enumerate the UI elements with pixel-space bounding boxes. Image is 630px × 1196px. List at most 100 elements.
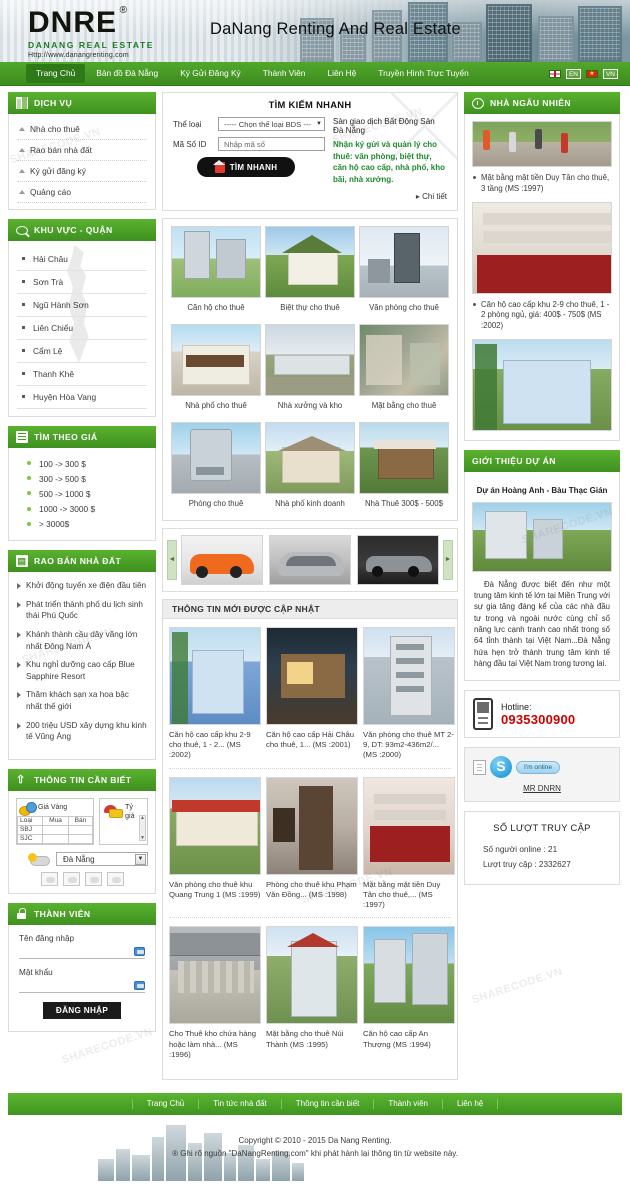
footer-bottom: Copyright © 2010 - 2015 Da Nang Renting.… bbox=[8, 1115, 622, 1182]
price-range-500-1000[interactable]: 500 -> 1000 $ bbox=[27, 486, 147, 501]
footer-link-news[interactable]: Tin tức nhà đất bbox=[199, 1099, 282, 1110]
footer-link-member[interactable]: Thành viên bbox=[374, 1099, 443, 1110]
username-input[interactable] bbox=[19, 945, 145, 959]
sidebar-item-hai-chau[interactable]: Hải Châu bbox=[17, 248, 147, 271]
visitor-stats-title: SỐ LƯỢT TRUY CẬP bbox=[493, 822, 591, 834]
car-slide[interactable] bbox=[269, 534, 351, 585]
sidebar-item-lien-chieu[interactable]: Liên Chiểu bbox=[17, 317, 147, 340]
news-item[interactable]: Khánh thành cầu dây văng lớn nhất Đông N… bbox=[17, 629, 147, 659]
copyright-line-1: Copyright © 2010 - 2015 Da Nang Renting. bbox=[238, 1136, 392, 1146]
login-button[interactable]: ĐĂNG NHẬP bbox=[42, 1001, 122, 1019]
random-house-caption[interactable]: Mặt bằng mặt tiền Duy Tân cho thuê, 3 tầ… bbox=[472, 167, 612, 202]
id-input[interactable]: Nhập mã số bbox=[218, 137, 325, 151]
random-house-thumbnail[interactable] bbox=[472, 201, 612, 294]
forecast-day-cell bbox=[84, 871, 102, 886]
random-houses-header: NHÀ NGẪU NHIÊN bbox=[464, 92, 620, 114]
nav-item-register[interactable]: Ký Gửi Đăng Ký bbox=[169, 65, 252, 81]
footer-link-info[interactable]: Thông tin cần biết bbox=[282, 1099, 375, 1110]
nav-item-home[interactable]: Trang Chủ bbox=[26, 64, 86, 83]
carousel-prev-button[interactable]: ◄ bbox=[167, 539, 177, 580]
carousel-track bbox=[181, 534, 439, 585]
skype-contact-name[interactable]: MR DNRN bbox=[473, 784, 611, 793]
project-thumbnail[interactable] bbox=[472, 501, 612, 572]
news-list: Khởi động tuyến xe điện đầu tiên Phát tr… bbox=[9, 572, 155, 759]
flag-uk-icon[interactable] bbox=[548, 69, 561, 78]
list-item[interactable]: Văn phòng cho thuê MT 2-9, DT: 93m2-436m… bbox=[363, 626, 455, 761]
category-card[interactable]: Biệt thự cho thuê bbox=[265, 226, 355, 320]
header-building bbox=[578, 6, 622, 62]
sidebar-item-ngu-hanh-son[interactable]: Ngũ Hành Sơn bbox=[17, 294, 147, 317]
list-item[interactable]: Cho Thuê kho chứa hàng hoặc làm nhà... (… bbox=[169, 926, 261, 1060]
category-card[interactable]: Phòng cho thuê bbox=[171, 421, 261, 516]
rate-scrollbar[interactable] bbox=[139, 814, 146, 841]
site-logo[interactable]: DNRE ® DANANG REAL ESTATE Http://www.dana… bbox=[28, 6, 154, 60]
carousel-next-button[interactable]: ► bbox=[443, 539, 453, 580]
city-select[interactable]: Đà Nẵng ▼ bbox=[56, 852, 148, 867]
price-range-1000-3000[interactable]: 1000 -> 3000 $ bbox=[27, 502, 147, 517]
news-item[interactable]: Phát triển thành phố du lịch sinh thái P… bbox=[17, 599, 147, 629]
sidebar-item-son-tra[interactable]: Sơn Trà bbox=[17, 271, 147, 294]
random-house-thumbnail[interactable] bbox=[472, 338, 612, 431]
category-card[interactable]: Nhà phố kinh doanh bbox=[265, 421, 355, 516]
sidebar-item-thanh-khe[interactable]: Thanh Khê bbox=[17, 363, 147, 386]
project-name[interactable]: Dự án Hoàng Anh - Bàu Thạc Gián bbox=[472, 479, 612, 502]
areas-panel: KHU VỰC - QUẬN Hải Châu Sơn Trà Ngũ Hành… bbox=[8, 219, 156, 417]
list-item[interactable]: Văn phòng cho thuê khu Quang Trung 1 (MS… bbox=[169, 776, 261, 911]
car-slide[interactable] bbox=[357, 534, 439, 585]
category-grid-panel: Căn hộ cho thuê Biệt thự cho thuê Văn ph… bbox=[162, 218, 458, 521]
sidebar-item-nha-cho-thue[interactable]: Nhà cho thuê bbox=[17, 119, 147, 140]
services-title: DỊCH VỤ bbox=[34, 98, 73, 108]
exchange-rate-widget: Tỷ giá bbox=[99, 797, 148, 845]
quick-search-button[interactable]: TÌM NHANH bbox=[197, 157, 295, 177]
flag-vietnam-icon[interactable]: ★ bbox=[585, 69, 598, 78]
sidebar-item-ky-gui[interactable]: Ký gửi đăng ký bbox=[17, 161, 147, 182]
list-item[interactable]: Căn hộ cao cấp Hải Châu cho thuê, 1... (… bbox=[266, 626, 358, 761]
sidebar-item-rao-ban[interactable]: Rao bán nhà đất bbox=[17, 140, 147, 161]
price-panel-body: 100 -> 300 $ 300 -> 500 $ 500 -> 1000 $ … bbox=[8, 448, 156, 541]
footer-link-contact[interactable]: Liên hệ bbox=[443, 1099, 499, 1110]
sidebar-item-cam-le[interactable]: Cẩm Lệ bbox=[17, 340, 147, 363]
list-item[interactable]: Căn hộ cao cấp khu 2-9 cho thuê, 1 - 2..… bbox=[169, 626, 261, 761]
visitor-stats-box: SỐ LƯỢT TRUY CẬP Số người online : 21 Lư… bbox=[464, 811, 620, 886]
nav-item-map[interactable]: Bản đồ Đà Nẵng bbox=[85, 65, 169, 81]
category-card[interactable]: Văn phòng cho thuê bbox=[359, 226, 449, 320]
random-house-caption[interactable]: Căn hộ cao cấp khu 2-9 cho thuê, 1 - 2 p… bbox=[472, 294, 612, 339]
nav-item-member[interactable]: Thành Viên bbox=[252, 65, 317, 81]
car-slide[interactable] bbox=[181, 534, 263, 585]
listing-thumbnail bbox=[266, 926, 358, 1025]
price-range-300-500[interactable]: 300 -> 500 $ bbox=[27, 471, 147, 486]
news-item[interactable]: 200 triệu USD xây dựng khu kinh tế Vũng … bbox=[17, 720, 147, 750]
price-range-100-300[interactable]: 100 -> 300 $ bbox=[27, 456, 147, 471]
news-item[interactable]: Khởi động tuyến xe điện đầu tiên bbox=[17, 580, 147, 599]
list-item[interactable]: Mặt bằng mặt tiền Duy Tân cho thuê,... (… bbox=[363, 776, 455, 911]
nav-item-contact[interactable]: Liên Hệ bbox=[316, 65, 367, 81]
category-card[interactable]: Nhà xưởng và kho bbox=[265, 324, 355, 418]
category-card[interactable]: Nhà Thuê 300$ - 500$ bbox=[359, 421, 449, 516]
lang-en-button[interactable]: EN bbox=[565, 68, 581, 79]
category-card[interactable]: Căn hộ cho thuê bbox=[171, 226, 261, 320]
footer-link-home[interactable]: Trang Chủ bbox=[131, 1099, 200, 1110]
sidebar-item-quang-cao[interactable]: Quảng cáo bbox=[17, 182, 147, 203]
list-item[interactable]: Phòng cho thuê khu Phạm Văn Đồng... (MS … bbox=[266, 776, 358, 911]
category-card[interactable]: Nhà phố cho thuê bbox=[171, 324, 261, 418]
random-house-thumbnail[interactable] bbox=[472, 121, 612, 167]
listing-row: Cho Thuê kho chứa hàng hoặc làm nhà... (… bbox=[169, 926, 455, 1067]
skype-icon[interactable]: S bbox=[490, 756, 512, 779]
category-card[interactable]: Mặt bằng cho thuê bbox=[359, 324, 449, 418]
listing-row: Căn hộ cao cấp khu 2-9 cho thuê, 1 - 2..… bbox=[169, 626, 455, 769]
sidebar-item-hoa-vang[interactable]: Huyện Hòa Vang bbox=[17, 386, 147, 409]
lang-vn-button[interactable]: VN bbox=[602, 68, 618, 79]
detail-link[interactable]: Chi tiết bbox=[333, 192, 447, 201]
password-input[interactable] bbox=[19, 979, 145, 993]
property-type-select[interactable]: ----- Chọn thể loại BDS --- ▼ bbox=[218, 117, 325, 131]
news-item[interactable]: Khu nghỉ dưỡng cao cấp Blue Sapphire Res… bbox=[17, 659, 147, 689]
nav-item-tv[interactable]: Truyền Hình Trực Tuyến bbox=[367, 65, 479, 81]
list-item[interactable]: Căn hộ cao cấp An Thượng (MS :1994) bbox=[363, 926, 455, 1060]
list-item[interactable]: Mặt bằng cho thuê Núi Thành (MS :1995) bbox=[266, 926, 358, 1060]
car-banner-panel: ◄ ► bbox=[162, 527, 458, 592]
price-range-over-3000[interactable]: > 3000$ bbox=[27, 517, 147, 532]
listing-caption: Mặt bằng mặt tiền Duy Tân cho thuê,... (… bbox=[363, 879, 441, 910]
hotline-number: 0935300900 bbox=[501, 711, 576, 727]
copyright-line-2: ® Ghi rõ nguồn "DaNangRenting.com" khi p… bbox=[172, 1148, 458, 1158]
news-item[interactable]: Thăm khách sạn xa hoa bậc nhất thế giới bbox=[17, 689, 147, 719]
